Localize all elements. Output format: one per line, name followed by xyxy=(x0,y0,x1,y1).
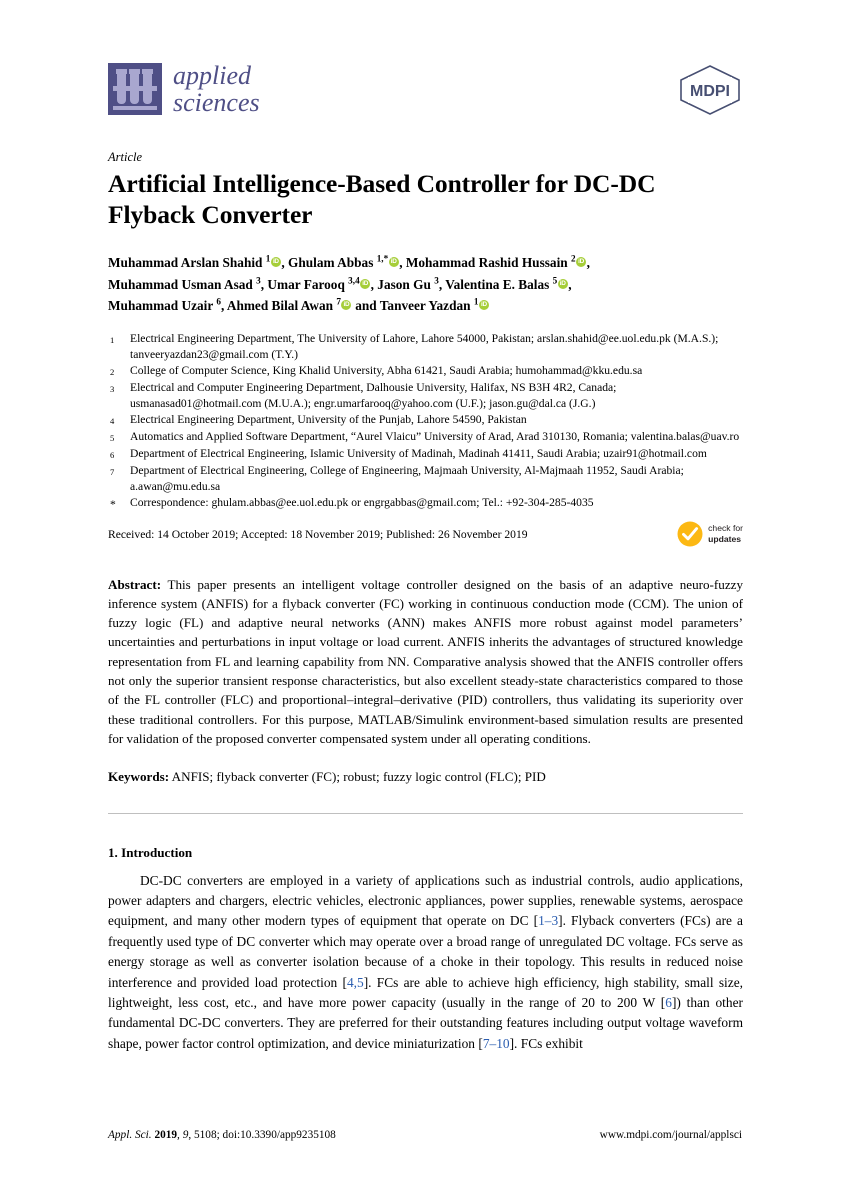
affiliation-marker: 6 xyxy=(110,450,115,461)
affiliation-item: 7 Department of Electrical Engineering, … xyxy=(108,463,743,495)
journal-logo: applied sciences xyxy=(108,62,260,116)
orcid-icon[interactable]: iD xyxy=(270,257,281,267)
author-separator: , xyxy=(568,276,572,292)
author-line-1: Muhammad Arslan Shahid 1 iD, Ghulam Abbas… xyxy=(108,252,743,274)
author-line-2: Muhammad Usman Asad 3, Umar Farooq 3,4 iD… xyxy=(108,274,743,296)
author-line-3: Muhammad Uzair 6, Ahmed Bilal Awan 7 iD a… xyxy=(108,295,743,317)
author-name: , Valentina E. Balas xyxy=(438,276,553,292)
intro-paragraph: DC-DC converters are employed in a varie… xyxy=(108,871,743,1055)
footer-url[interactable]: www.mdpi.com/journal/applsci xyxy=(600,1128,742,1142)
footer-doi: , 5108; doi:10.3390/app9235108 xyxy=(188,1129,336,1141)
journal-name-line2: sciences xyxy=(173,88,260,117)
mdpi-logo: MDPI xyxy=(677,64,743,116)
affiliation-item: 1 Electrical Engineering Department, The… xyxy=(108,331,743,363)
check-for-updates-label: check for updates xyxy=(708,523,743,544)
keywords-label: Keywords: xyxy=(108,769,170,785)
affiliation-text: Department of Electrical Engineering, Co… xyxy=(130,464,684,494)
affiliation-item: 5 Automatics and Applied Software Depart… xyxy=(108,429,743,446)
author-name: , Ghulam Abbas xyxy=(281,255,377,270)
author-affil-marker: 1 xyxy=(265,253,271,264)
author-name: Muhammad Uzair xyxy=(108,298,217,313)
footer-volume: , 9 xyxy=(177,1129,189,1141)
check-circle-icon xyxy=(677,521,703,547)
footer-citation: Appl. Sci. 2019, 9, 5108; doi:10.3390/ap… xyxy=(108,1128,336,1142)
orcid-icon[interactable]: iD xyxy=(388,257,399,267)
author-name: , Jason Gu xyxy=(370,276,435,292)
article-type: Article xyxy=(108,150,143,164)
cfu-line1: check for xyxy=(708,523,743,534)
author-name: and Tanveer Yazdan xyxy=(351,298,474,313)
paper-page: applied sciences MDPI Article Artificial… xyxy=(0,0,850,1202)
masthead: applied sciences MDPI xyxy=(108,62,743,134)
section-heading: 1. Introduction xyxy=(108,844,193,860)
affiliation-text: Department of Electrical Engineering, Is… xyxy=(130,447,707,461)
correspondence-marker: * xyxy=(110,498,116,512)
footer-year: 2019 xyxy=(154,1129,178,1141)
affiliation-marker: 7 xyxy=(110,467,115,478)
author-name: , Ahmed Bilal Awan xyxy=(220,298,337,313)
orcid-icon[interactable]: iD xyxy=(341,300,352,310)
check-for-updates-badge[interactable]: check for updates xyxy=(677,521,743,547)
orcid-icon[interactable]: iD xyxy=(557,278,568,289)
test-tube-rack-icon xyxy=(108,63,162,115)
orcid-icon[interactable]: iD xyxy=(478,300,489,310)
correspondence-item: * Correspondence: ghulam.abbas@ee.uol.ed… xyxy=(108,495,743,513)
affiliation-text: Automatics and Applied Software Departme… xyxy=(130,430,740,444)
publication-dates: Received: 14 October 2019; Accepted: 18 … xyxy=(108,527,528,541)
abstract-text: This paper presents an intelligent volta… xyxy=(108,576,743,746)
citation-link[interactable]: 6 xyxy=(665,995,672,1010)
affiliation-marker: 2 xyxy=(110,366,115,377)
orcid-icon[interactable]: iD xyxy=(576,257,587,267)
cfu-line2: updates xyxy=(708,533,742,544)
author-affil-marker: 2 xyxy=(570,253,576,264)
author-name: , Umar Farooq xyxy=(260,276,349,292)
affiliation-item: 2 College of Computer Science, King Khal… xyxy=(108,363,743,380)
author-separator: , xyxy=(586,255,590,270)
page-footer: Appl. Sci. 2019, 9, 5108; doi:10.3390/ap… xyxy=(108,1128,742,1142)
author-name: Muhammad Usman Asad xyxy=(108,276,257,292)
citation-link[interactable]: 4,5 xyxy=(347,975,364,990)
journal-name-line1: applied xyxy=(173,61,251,90)
affiliation-marker: 3 xyxy=(110,383,115,394)
author-name: , Mohammad Rashid Hussain xyxy=(399,255,571,270)
affiliation-item: 3 Electrical and Computer Engineering De… xyxy=(108,380,743,412)
author-name: Muhammad Arslan Shahid xyxy=(108,255,266,270)
affiliation-marker: 4 xyxy=(110,415,115,426)
author-list: Muhammad Arslan Shahid 1 iD, Ghulam Abbas… xyxy=(108,252,743,317)
citation-link[interactable]: 1–3 xyxy=(538,913,558,928)
par-text: ]. FCs exhibit xyxy=(509,1035,583,1051)
keywords-text: ANFIS; flyback converter (FC); robust; f… xyxy=(169,769,546,785)
author-affil-marker: 1 xyxy=(473,296,479,307)
affiliation-marker: 1 xyxy=(110,334,115,345)
affiliation-text: Electrical Engineering Department, The U… xyxy=(130,331,719,361)
affiliation-text: Electrical and Computer Engineering Depa… xyxy=(130,380,617,410)
abstract-label: Abstract: xyxy=(108,576,162,592)
affiliation-item: 4 Electrical Engineering Department, Uni… xyxy=(108,412,743,429)
page-title: Artificial Intelligence-Based Controller… xyxy=(108,169,656,229)
affiliation-item: 6 Department of Electrical Engineering, … xyxy=(108,446,743,463)
abstract-block: Abstract: This paper presents an intelli… xyxy=(108,575,743,749)
author-affil-marker: 1,* xyxy=(376,253,389,264)
journal-name: applied sciences xyxy=(173,62,260,116)
footer-journal: Appl. Sci. xyxy=(108,1129,152,1141)
affiliation-text: College of Computer Science, King Khalid… xyxy=(130,363,643,377)
author-affil-marker: 5 xyxy=(552,275,558,286)
affiliation-list: 1 Electrical Engineering Department, The… xyxy=(108,331,743,514)
correspondence-text: Correspondence: ghulam.abbas@ee.uol.edu.… xyxy=(130,496,594,510)
orcid-icon[interactable]: iD xyxy=(360,278,371,289)
affiliation-marker: 5 xyxy=(110,433,115,444)
keywords-block: Keywords: ANFIS; flyback converter (FC);… xyxy=(108,767,743,786)
section-divider xyxy=(108,812,743,814)
citation-link[interactable]: 7–10 xyxy=(483,1036,510,1051)
author-affil-marker: 3,4 xyxy=(348,275,360,286)
mdpi-wordmark: MDPI xyxy=(690,83,730,100)
page-content: applied sciences MDPI Article Artificial… xyxy=(108,0,743,1054)
dates-row: Received: 14 October 2019; Accepted: 18 … xyxy=(108,521,743,563)
affiliation-text: Electrical Engineering Department, Unive… xyxy=(130,412,527,426)
author-affil-marker: 7 xyxy=(336,296,341,307)
